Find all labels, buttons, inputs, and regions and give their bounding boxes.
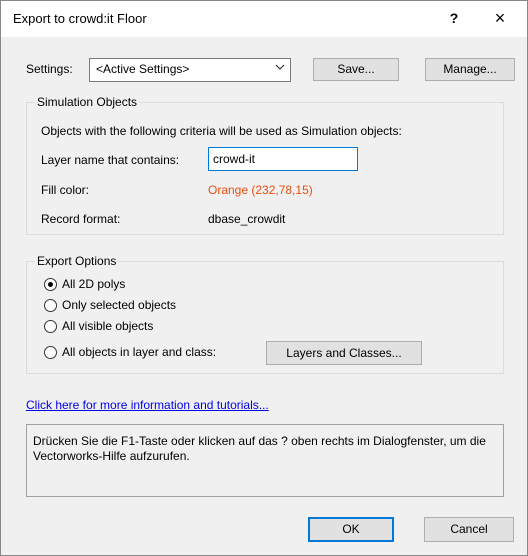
- radio-all-visible[interactable]: [44, 320, 57, 333]
- radio-layer-class[interactable]: [44, 346, 57, 359]
- info-box: Drücken Sie die F1-Taste oder klicken au…: [26, 424, 504, 497]
- settings-dropdown[interactable]: <Active Settings>: [89, 58, 291, 82]
- help-link[interactable]: Click here for more information and tuto…: [26, 398, 269, 412]
- radio-layer-class-label[interactable]: All objects in layer and class:: [62, 345, 216, 359]
- layer-name-input[interactable]: crowd-it: [208, 147, 358, 171]
- layer-name-value: crowd-it: [213, 152, 256, 166]
- simulation-description: Objects with the following criteria will…: [41, 124, 402, 138]
- dialog-title: Export to crowd:it Floor: [13, 11, 147, 26]
- info-text: Drücken Sie die F1-Taste oder klicken au…: [33, 434, 486, 463]
- radio-only-selected-label[interactable]: Only selected objects: [62, 298, 176, 312]
- radio-all-2d-polys[interactable]: [44, 278, 57, 291]
- radio-only-selected[interactable]: [44, 299, 57, 312]
- title-bar: Export to crowd:it Floor ? ×: [1, 1, 527, 37]
- export-dialog: Export to crowd:it Floor ? × Settings: <…: [0, 0, 528, 556]
- settings-label: Settings:: [26, 62, 73, 76]
- fill-color-value: Orange (232,78,15): [208, 183, 313, 197]
- record-format-value: dbase_crowdit: [208, 212, 286, 226]
- radio-all-2d-polys-label[interactable]: All 2D polys: [62, 277, 125, 291]
- close-button[interactable]: ×: [487, 7, 513, 29]
- manage-button[interactable]: Manage...: [425, 58, 515, 81]
- chevron-down-icon: [275, 64, 285, 70]
- record-format-label: Record format:: [41, 212, 121, 226]
- cancel-button[interactable]: Cancel: [424, 517, 514, 542]
- layers-and-classes-button[interactable]: Layers and Classes...: [266, 341, 422, 365]
- help-button[interactable]: ?: [441, 7, 467, 29]
- layer-name-label: Layer name that contains:: [41, 153, 180, 167]
- ok-button[interactable]: OK: [308, 517, 394, 542]
- radio-all-visible-label[interactable]: All visible objects: [62, 319, 153, 333]
- export-options-title: Export Options: [35, 254, 119, 268]
- simulation-objects-title: Simulation Objects: [35, 95, 140, 109]
- settings-dropdown-value: <Active Settings>: [96, 62, 190, 76]
- save-button[interactable]: Save...: [313, 58, 399, 81]
- fill-color-label: Fill color:: [41, 183, 90, 197]
